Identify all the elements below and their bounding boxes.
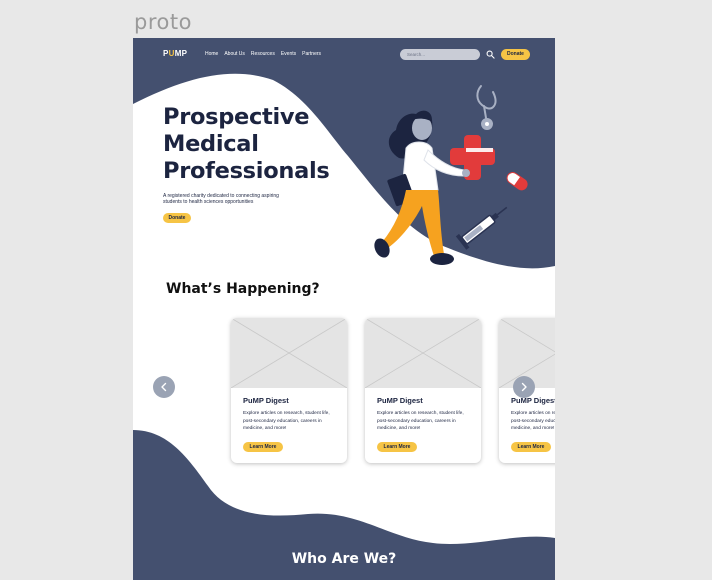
search-input[interactable]: Search... — [400, 49, 480, 60]
donate-hero-button[interactable]: Donate — [163, 213, 191, 223]
syringe-icon — [455, 206, 508, 250]
card-title: PuMP Digest — [511, 396, 555, 405]
card-image-placeholder — [231, 318, 347, 388]
pill-icon — [506, 172, 528, 191]
news-card: PuMP Digest Explore articles on research… — [365, 318, 481, 463]
hero-title: Prospective Medical Professionals — [163, 104, 330, 184]
chevron-right-icon — [521, 382, 527, 392]
page-frame: PUMP Home About Us Resources Events Part… — [133, 38, 555, 580]
nav-link-home[interactable]: Home — [205, 51, 218, 57]
learn-more-button[interactable]: Learn More — [511, 442, 551, 452]
card-description: Explore articles on research, student li… — [511, 411, 555, 431]
top-navigation: PUMP Home About Us Resources Events Part… — [133, 38, 555, 72]
search-icon[interactable] — [486, 50, 495, 59]
chevron-left-icon — [161, 382, 167, 392]
card-title: PuMP Digest — [243, 396, 289, 405]
card-description: Explore articles on research, student li… — [377, 411, 464, 431]
nav-link-about-us[interactable]: About Us — [224, 51, 245, 57]
card-description: Explore articles on research, student li… — [243, 411, 330, 431]
carousel-prev-button[interactable] — [153, 376, 175, 398]
who-are-we-title: Who Are We? — [291, 551, 397, 567]
hero-illustration — [374, 85, 528, 265]
nav-links: Home About Us Resources Events Partners — [205, 51, 321, 57]
site-logo[interactable]: PUMP — [163, 49, 187, 58]
stethoscope-icon — [476, 85, 497, 130]
nav-link-partners[interactable]: Partners — [302, 51, 321, 57]
nav-link-resources[interactable]: Resources — [251, 51, 275, 57]
learn-more-button[interactable]: Learn More — [377, 442, 417, 452]
card-title: PuMP Digest — [377, 396, 423, 405]
nav-link-events[interactable]: Events — [281, 51, 296, 57]
carousel-next-button[interactable] — [513, 376, 535, 398]
hero-subtitle: A registered charity dedicated to connec… — [163, 193, 279, 205]
canvas-label: proto — [134, 10, 192, 34]
learn-more-button[interactable]: Learn More — [243, 442, 283, 452]
news-card: PuMP Digest Explore articles on research… — [231, 318, 347, 463]
donate-nav-button[interactable]: Donate — [501, 49, 530, 60]
card-image-placeholder — [365, 318, 481, 388]
whats-happening-title: What’s Happening? — [166, 281, 320, 297]
